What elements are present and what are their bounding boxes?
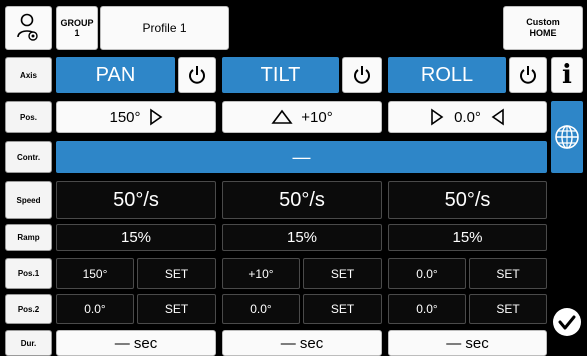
roll-pos2-set-button[interactable]: SET (469, 294, 547, 324)
tilt-power-button[interactable] (342, 57, 382, 93)
roll-ramp-field[interactable]: 15% (388, 224, 547, 251)
pan-position-value: 150° (109, 108, 141, 126)
tilt-pos2-value[interactable]: 0.0° (222, 294, 300, 324)
power-icon (520, 66, 536, 84)
triangle-left-icon (491, 108, 504, 126)
globe-button[interactable] (551, 101, 583, 173)
pan-position-field[interactable]: 150° (56, 101, 216, 133)
triangle-up-icon (271, 109, 293, 124)
roll-pos1-set-button[interactable]: SET (469, 258, 547, 289)
row-label-pos2: Pos.2 (5, 294, 52, 324)
axis-roll-button[interactable]: ROLL (388, 57, 506, 93)
tilt-pos1-set-button[interactable]: SET (303, 258, 382, 289)
pan-power-button[interactable] (178, 57, 216, 93)
checkmark-icon (553, 308, 581, 336)
user-settings-button[interactable] (5, 6, 52, 50)
axis-tilt-button[interactable]: TILT (222, 57, 339, 93)
tilt-ramp-field[interactable]: 15% (222, 224, 382, 251)
roll-position-value: 0.0° (454, 108, 481, 126)
tilt-pos1-value[interactable]: +10° (222, 258, 300, 289)
user-settings-icon (16, 13, 38, 41)
group-button[interactable]: GROUP 1 (56, 6, 98, 50)
roll-position-field[interactable]: 0.0° (388, 101, 547, 133)
power-icon (189, 66, 205, 84)
pan-pos1-value[interactable]: 150° (56, 258, 134, 289)
triangle-right-icon (431, 108, 444, 126)
pan-pos1-set-button[interactable]: SET (137, 258, 216, 289)
roll-pos2-value[interactable]: 0.0° (388, 294, 466, 324)
pan-duration-field[interactable]: — sec (56, 330, 216, 356)
globe-icon (555, 125, 579, 149)
tilt-position-field[interactable]: +10° (222, 101, 382, 133)
tilt-position-value: +10° (301, 108, 333, 126)
tilt-pos2-set-button[interactable]: SET (303, 294, 382, 324)
roll-pos1-value[interactable]: 0.0° (388, 258, 466, 289)
pan-pos2-value[interactable]: 0.0° (56, 294, 134, 324)
row-label-contr: Contr. (5, 141, 52, 173)
roll-speed-field[interactable]: 50°/s (388, 181, 547, 219)
row-label-dur: Dur. (5, 330, 52, 356)
roll-duration-field[interactable]: — sec (388, 330, 547, 356)
pan-speed-field[interactable]: 50°/s (56, 181, 216, 219)
info-button[interactable]: i (551, 57, 583, 93)
row-label-axis: Axis (5, 57, 52, 93)
pan-pos2-set-button[interactable]: SET (137, 294, 216, 324)
controller-bar[interactable]: — (56, 141, 547, 173)
profile-button[interactable]: Profile 1 (100, 6, 229, 50)
row-label-speed: Speed (5, 181, 52, 219)
row-label-ramp: Ramp (5, 224, 52, 251)
triangle-right-icon (149, 108, 162, 126)
row-label-pos1: Pos.1 (5, 258, 52, 289)
axis-pan-button[interactable]: PAN (56, 57, 175, 93)
power-icon (354, 66, 370, 84)
tilt-duration-field[interactable]: — sec (222, 330, 382, 356)
row-label-pos: Pos. (5, 101, 52, 133)
roll-power-button[interactable] (509, 57, 547, 93)
confirm-button[interactable] (551, 304, 583, 340)
pan-ramp-field[interactable]: 15% (56, 224, 216, 251)
tilt-speed-field[interactable]: 50°/s (222, 181, 382, 219)
custom-home-button[interactable]: Custom HOME (503, 6, 583, 50)
